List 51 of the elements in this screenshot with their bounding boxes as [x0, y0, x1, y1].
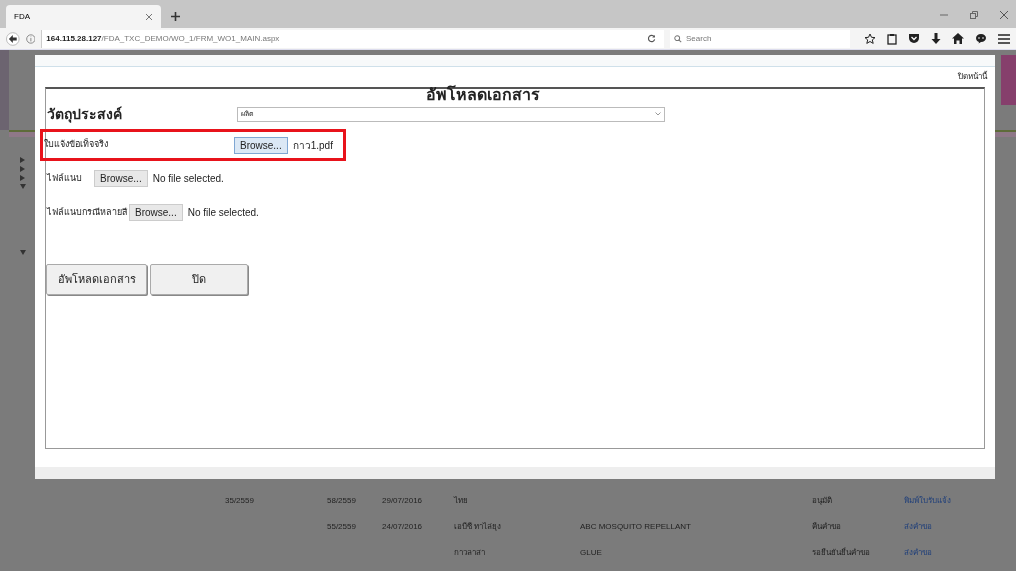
file-name: กาว1.pdf: [292, 138, 333, 153]
table-cell: เอบีซี ทาไล่ยุง: [454, 522, 502, 531]
reload-icon[interactable]: [647, 34, 656, 43]
table-cell: กาวลาสา: [454, 548, 485, 557]
collapse-arrow-icon[interactable]: [20, 250, 26, 255]
field-label: ไฟล์แนบ: [47, 172, 83, 184]
close-button[interactable]: ปิด: [150, 264, 248, 295]
table-cell: 58/2559: [327, 496, 356, 505]
home-icon[interactable]: [952, 33, 964, 44]
close-icon[interactable]: [145, 12, 153, 21]
table-cell: อนุมัติ: [812, 496, 832, 505]
browse-button[interactable]: Browse...: [234, 136, 288, 154]
clipboard-icon[interactable]: [887, 32, 897, 45]
field-label: วัตถุประสงค์: [47, 106, 123, 122]
table-cell: ABC MOSQUITO REPELLANT: [580, 522, 691, 531]
browse-button[interactable]: Browse...: [129, 203, 183, 221]
table-cell: 35/2559: [225, 496, 254, 505]
browse-button[interactable]: Browse...: [94, 169, 148, 187]
file-name: No file selected.: [152, 171, 224, 186]
file-name: No file selected.: [187, 205, 259, 220]
dropdown-caret-icon: [655, 112, 661, 116]
star-icon[interactable]: [864, 32, 876, 45]
dialog-title: อัพโหลดเอกสาร: [426, 86, 540, 104]
close-page-link[interactable]: ปิดหน้านี้: [958, 71, 987, 87]
table-cell: 29/07/2016: [382, 496, 423, 505]
address-field[interactable]: 164.115.28.127/FDA_TXC_DEMO/WO_1/FRM_WO1_MAIN.aspx: [41, 29, 664, 48]
field-label: ไฟล์แนบกรณีหลายสี: [47, 206, 128, 218]
table-cell: ไทย: [454, 496, 468, 505]
back-icon[interactable]: [6, 31, 20, 46]
table-cell: 24/07/2016: [382, 522, 423, 531]
tab-title: FDA: [14, 10, 30, 23]
download-icon[interactable]: [931, 32, 941, 45]
upload-button[interactable]: อัพโหลดเอกสาร: [46, 264, 147, 295]
search-field[interactable]: Search: [670, 29, 850, 48]
collapse-arrow-icon[interactable]: [20, 184, 26, 189]
table-cell: รอยืนยันยื่นคำขอ: [812, 548, 870, 557]
url-text: 164.115.28.127/FDA_TXC_DEMO/WO_1/FRM_WO1_MAIN.aspx: [46, 32, 280, 45]
table-cell: GLUE: [580, 548, 602, 557]
chat-icon[interactable]: [975, 33, 987, 44]
browser-tab[interactable]: FDA: [6, 5, 161, 28]
pocket-icon[interactable]: [908, 33, 920, 44]
table-cell: คืนคำขอ: [812, 522, 841, 531]
menu-icon[interactable]: [998, 33, 1010, 44]
info-icon[interactable]: [25, 33, 36, 44]
close-icon[interactable]: [1000, 11, 1008, 19]
field-label: ใบแจ้งข้อเท็จจริง: [44, 138, 109, 152]
new-tab-icon[interactable]: [171, 12, 180, 21]
restore-icon[interactable]: [970, 11, 978, 19]
search-icon: [674, 34, 682, 43]
header-banner: [1001, 55, 1016, 105]
table-cell: 55/2559: [327, 522, 356, 531]
